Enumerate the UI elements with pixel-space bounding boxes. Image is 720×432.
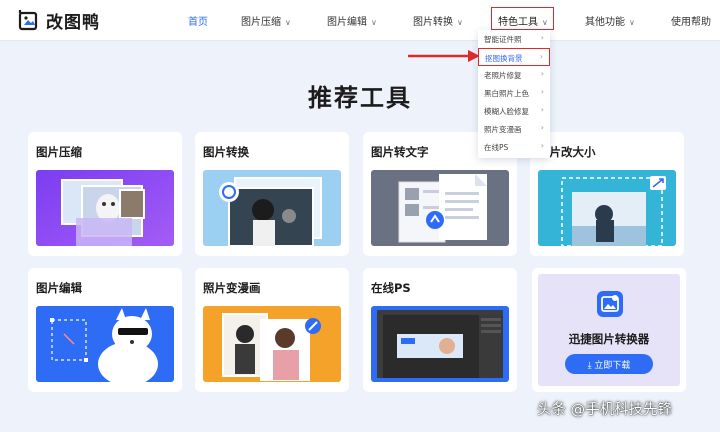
menu-item-label: 在线PS — [484, 143, 509, 152]
nav-special-tools-label: 特色工具 — [498, 17, 538, 28]
download-now-button[interactable]: ⤓ 立即下载 — [565, 354, 653, 374]
tool-card-online-ps[interactable]: 在线PS — [363, 268, 517, 392]
menu-item-colorize-bw[interactable]: 黑白照片上色 › — [478, 84, 550, 102]
chevron-down-icon: ∨ — [371, 18, 377, 27]
menu-item-label: 模糊人脸修复 — [484, 107, 529, 116]
nav-image-compress-label: 图片压缩 — [241, 17, 281, 28]
nav-home[interactable]: 首页 — [188, 13, 208, 28]
nav-image-edit[interactable]: 图片编辑 ∨ — [327, 13, 377, 28]
menu-item-label: 照片变漫画 — [484, 125, 522, 134]
chevron-right-icon: › — [540, 33, 544, 42]
chevron-right-icon: › — [540, 141, 544, 150]
menu-item-online-ps[interactable]: 在线PS › — [478, 138, 550, 156]
logo-text: 改图鸭 — [46, 12, 100, 33]
watermark-text: 头条 @手机科技先锋 — [537, 402, 673, 418]
promo-title: 迅捷图片转换器 — [568, 332, 650, 346]
nav-home-label: 首页 — [188, 17, 208, 28]
card-title: 图片编辑 — [36, 281, 82, 295]
promo-card: 迅捷图片转换器 ⤓ 立即下载 — [532, 268, 686, 392]
card-title: 图片压缩 — [36, 145, 82, 159]
chevron-right-icon: › — [540, 105, 544, 114]
chevron-right-icon: › — [540, 69, 544, 78]
promo-panel: 迅捷图片转换器 ⤓ 立即下载 — [538, 274, 680, 386]
chevron-down-icon: ∨ — [457, 18, 463, 27]
menu-item-photo-to-cartoon[interactable]: 照片变漫画 › — [478, 120, 550, 138]
convert-illustration — [203, 170, 341, 246]
nav-special-tools[interactable]: 特色工具 ∨ — [491, 7, 554, 30]
chevron-down-icon: ∨ — [285, 18, 291, 27]
menu-item-label: 智能证件照 — [484, 35, 522, 44]
menu-item-cutout-background[interactable]: 抠图换背景 › — [478, 48, 550, 66]
nav-help[interactable]: 使用帮助 — [671, 13, 711, 28]
nav-image-compress[interactable]: 图片压缩 ∨ — [241, 13, 291, 28]
menu-item-label: 老照片修复 — [484, 71, 522, 80]
resize-illustration — [538, 170, 676, 246]
page-title: 推荐工具 — [308, 84, 412, 112]
red-arrow-annotation — [408, 50, 480, 62]
nav-image-edit-label: 图片编辑 — [327, 17, 367, 28]
download-button-label: 立即下载 — [594, 361, 631, 371]
nav-image-convert[interactable]: 图片转换 ∨ — [413, 13, 463, 28]
ocr-illustration — [371, 170, 509, 246]
card-title: 图片转换 — [203, 145, 249, 159]
chevron-right-icon: › — [540, 87, 544, 96]
card-title: 在线PS — [371, 281, 411, 295]
top-navigation-bar: 改图鸭 首页 图片压缩 ∨ 图片编辑 ∨ 图片转换 ∨ 特色工具 ∨ 其他功能 ∨ 使用帮… — [0, 0, 720, 41]
menu-item-label: 抠图换背景 — [485, 54, 523, 63]
online-ps-illustration — [371, 306, 509, 382]
logo-icon — [18, 9, 40, 31]
menu-item-blurry-face-repair[interactable]: 模糊人脸修复 › — [478, 102, 550, 120]
card-title: 照片变漫画 — [203, 281, 261, 295]
nav-help-label: 使用帮助 — [671, 17, 711, 28]
tool-card-cartoon[interactable]: 照片变漫画 — [195, 268, 349, 392]
edit-illustration — [36, 306, 174, 382]
chevron-right-icon: › — [540, 123, 544, 132]
compress-illustration — [36, 170, 174, 246]
chevron-right-icon: › — [539, 52, 543, 61]
tool-card-compress[interactable]: 图片压缩 — [28, 132, 182, 256]
menu-item-smart-id-photo[interactable]: 智能证件照 › — [478, 30, 550, 48]
chevron-down-icon: ∨ — [542, 18, 548, 27]
tool-card-resize[interactable]: 图片改大小 — [530, 132, 684, 256]
cartoon-illustration — [203, 306, 341, 382]
nav-other-features-label: 其他功能 — [585, 17, 625, 28]
logo[interactable]: 改图鸭 — [18, 8, 100, 33]
nav-other-features[interactable]: 其他功能 ∨ — [585, 13, 635, 28]
card-title: 图片转文字 — [371, 145, 429, 159]
menu-item-old-photo-repair[interactable]: 老照片修复 › — [478, 66, 550, 84]
menu-item-label: 黑白照片上色 — [484, 89, 529, 98]
chevron-down-icon: ∨ — [629, 18, 635, 27]
nav-image-convert-label: 图片转换 — [413, 17, 453, 28]
special-tools-dropdown: 智能证件照 › 抠图换背景 › 老照片修复 › 黑白照片上色 › 模糊人脸修复 › 照片变… — [478, 30, 550, 158]
tool-card-edit[interactable]: 图片编辑 — [28, 268, 182, 392]
tool-card-convert[interactable]: 图片转换 — [195, 132, 349, 256]
image-converter-icon — [596, 290, 624, 318]
